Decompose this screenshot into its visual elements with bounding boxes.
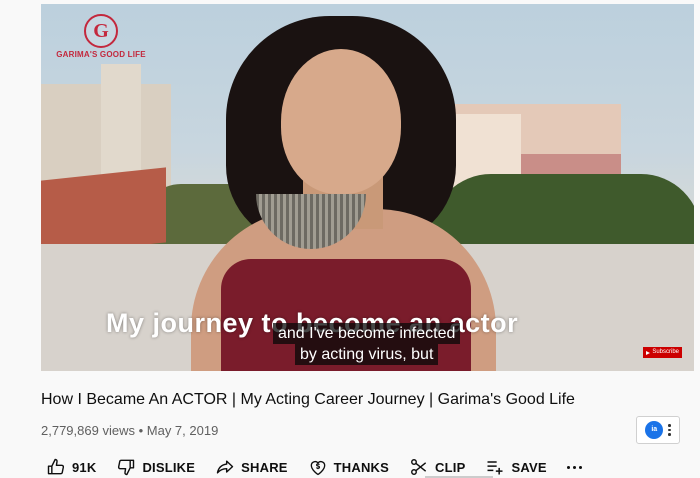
more-actions-button[interactable] <box>566 465 582 469</box>
caption-line: by acting virus, but <box>294 344 439 365</box>
logo-text: GARIMA'S GOOD LIFE <box>56 50 146 59</box>
dislike-button[interactable]: DISLIKE <box>116 457 195 477</box>
subscribe-watermark[interactable]: Subscribe <box>643 347 682 358</box>
clip-button[interactable]: CLIP <box>409 457 465 477</box>
more-horizontal-icon <box>566 465 582 469</box>
closed-captions: and I've become infected by acting virus… <box>273 323 461 365</box>
extension-button[interactable]: ia <box>636 416 680 444</box>
video-player[interactable]: G GARIMA'S GOOD LIFE My journey to becom… <box>41 4 694 371</box>
action-bar: 91K DISLIKE SHARE THANKS CLIP SAVE <box>46 456 602 478</box>
like-count: 91K <box>72 459 97 475</box>
like-button[interactable]: 91K <box>46 457 96 477</box>
share-icon <box>216 460 234 474</box>
save-button[interactable]: SAVE <box>485 457 547 477</box>
caption-line: and I've become infected <box>273 323 461 344</box>
play-icon <box>646 350 651 355</box>
clip-label: CLIP <box>435 459 466 475</box>
thanks-label: THANKS <box>333 459 390 475</box>
view-count: 2,779,869 views <box>41 423 135 438</box>
thumbs-down-icon <box>118 459 135 476</box>
watermark-label: Subscribe <box>652 349 679 355</box>
thumbs-up-icon <box>47 458 65 475</box>
save-label: SAVE <box>511 459 547 475</box>
scissors-icon <box>411 459 427 475</box>
meta-separator: • <box>138 423 144 438</box>
video-title: How I Became An ACTOR | My Acting Career… <box>41 391 575 408</box>
logo-mark: G <box>84 14 118 48</box>
dislike-label: DISLIKE <box>142 459 196 475</box>
share-button[interactable]: SHARE <box>215 457 288 477</box>
thanks-button[interactable]: THANKS <box>308 457 389 477</box>
kebab-menu-icon[interactable] <box>668 424 671 436</box>
upload-date: May 7, 2019 <box>146 423 219 438</box>
extension-icon: ia <box>645 421 664 439</box>
heart-dollar-icon <box>310 460 325 476</box>
share-label: SHARE <box>241 459 288 475</box>
add-to-playlist-icon <box>487 461 503 475</box>
video-meta: 2,779,869 views • May 7, 2019 <box>41 423 218 438</box>
channel-logo: G GARIMA'S GOOD LIFE <box>41 14 161 59</box>
